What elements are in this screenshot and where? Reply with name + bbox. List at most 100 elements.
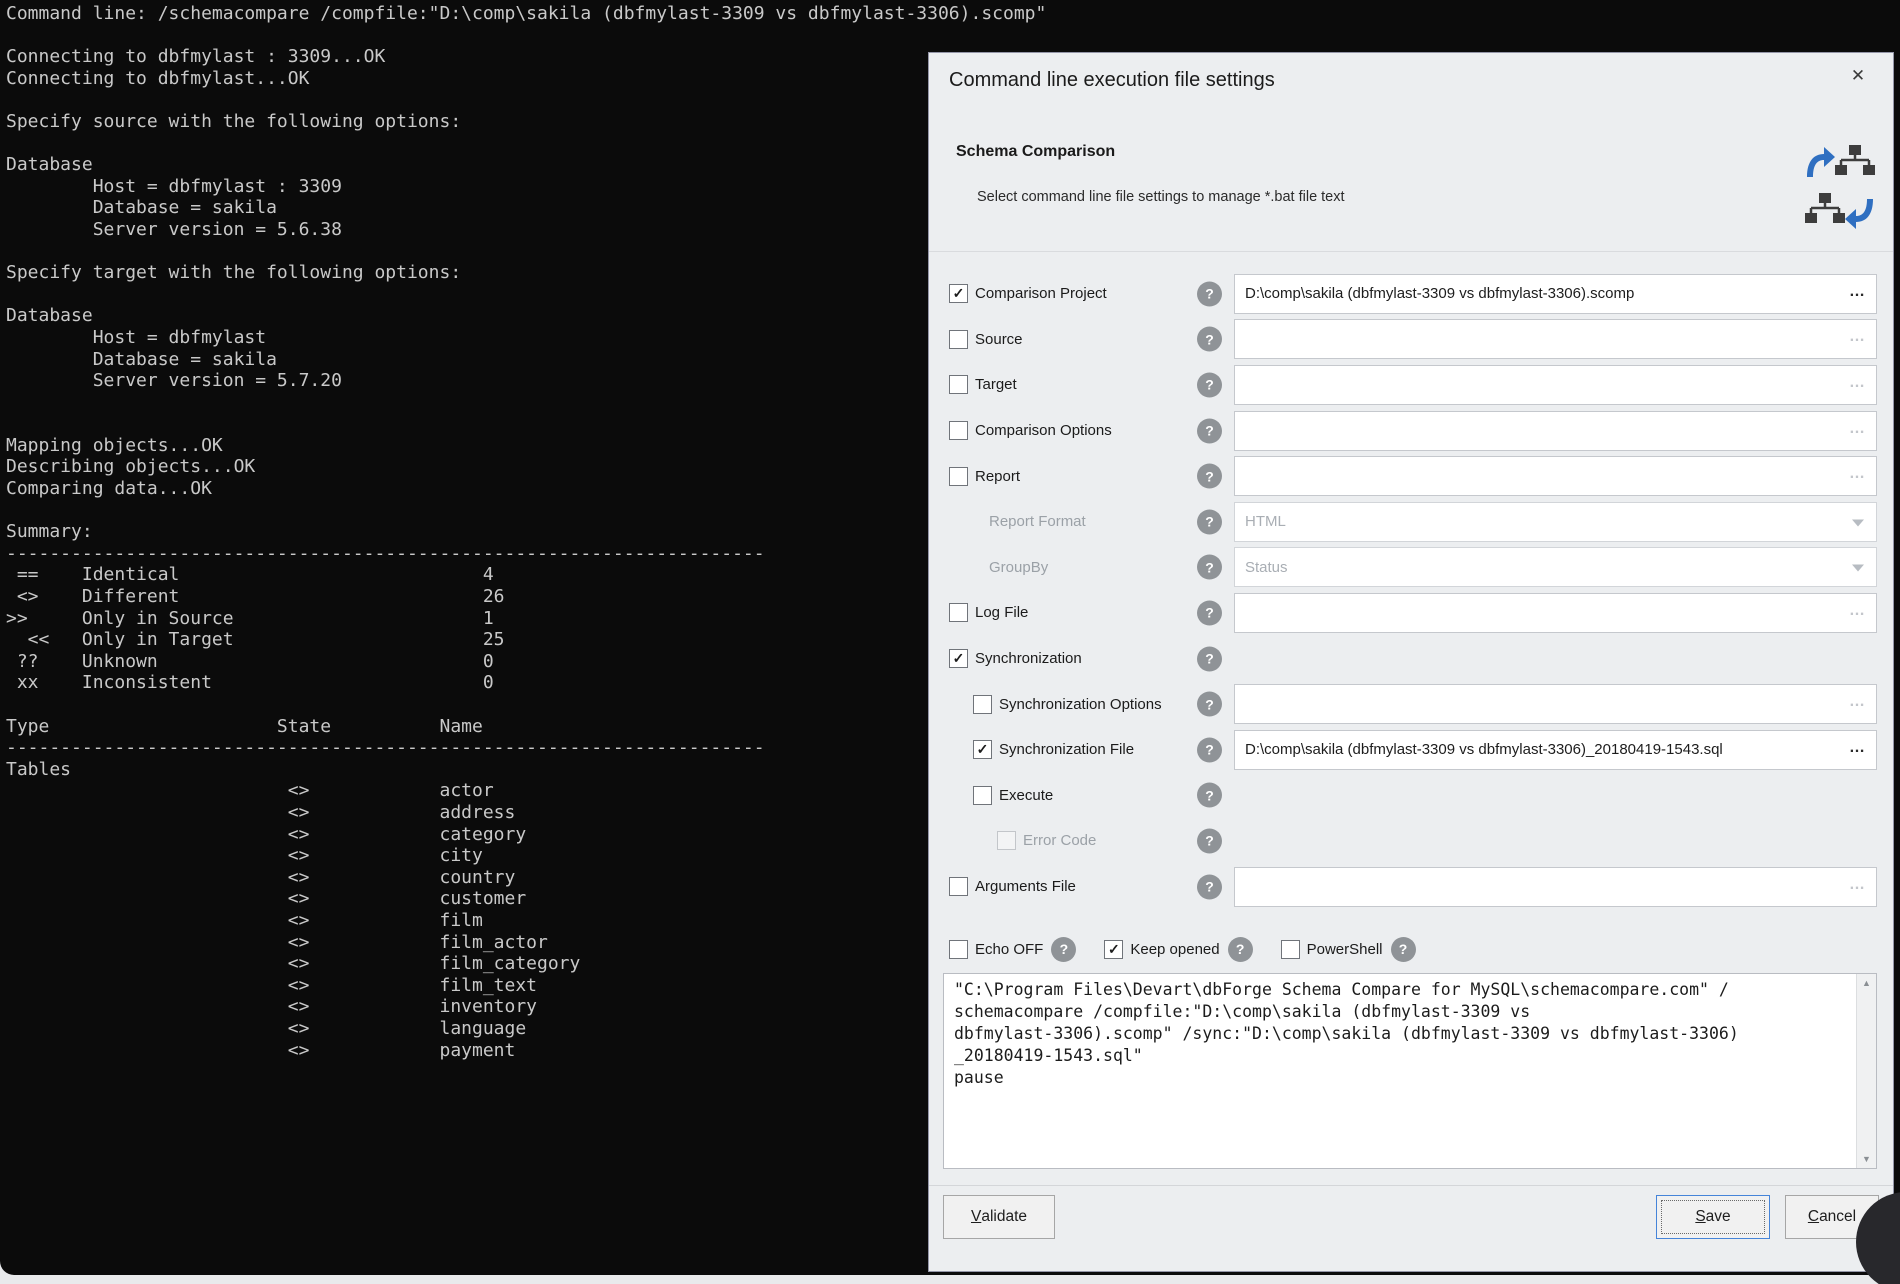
input-synchronization-options[interactable]: … xyxy=(1234,684,1877,724)
header-separator xyxy=(929,251,1893,252)
checkbox-echo-off[interactable] xyxy=(949,940,968,959)
setting-row-synchronization-options: Synchronization Options?… xyxy=(949,681,1877,727)
setting-row-log-file: Log File?… xyxy=(949,590,1877,636)
help-icon[interactable]: ? xyxy=(1197,464,1222,489)
checkbox-synchronization-options[interactable] xyxy=(973,695,992,714)
browse-button[interactable]: … xyxy=(1849,374,1867,392)
help-icon[interactable]: ? xyxy=(1197,783,1222,808)
field-value: D:\comp\sakila (dbfmylast-3309 vs dbfmyl… xyxy=(1245,285,1634,302)
checkbox-powershell[interactable] xyxy=(1281,940,1300,959)
scroll-up-icon[interactable]: ▲ xyxy=(1857,978,1876,988)
checkbox-arguments-file[interactable] xyxy=(949,877,968,896)
setting-row-target: Target? … xyxy=(949,362,1877,408)
label-comparison-project: Comparison Project xyxy=(975,285,1107,302)
setting-row-comparison-project: ✓ Comparison Project? D:\comp\sakila (dbfm… xyxy=(949,271,1877,317)
input-log-file[interactable]: … xyxy=(1234,593,1877,633)
close-icon[interactable]: ✕ xyxy=(1845,63,1871,89)
browse-button[interactable]: … xyxy=(1849,693,1867,711)
help-icon[interactable]: ? xyxy=(1051,937,1076,962)
help-icon[interactable]: ? xyxy=(1228,937,1253,962)
label-report: Report xyxy=(975,468,1020,485)
input-comparison-project[interactable]: D:\comp\sakila (dbfmylast-3309 vs dbfmyl… xyxy=(1234,274,1877,314)
help-icon[interactable]: ? xyxy=(1197,828,1222,853)
input-report[interactable]: … xyxy=(1234,456,1877,496)
checkbox-execute[interactable] xyxy=(973,786,992,805)
flag-keep-opened: ✓ Keep opened? xyxy=(1104,937,1252,962)
label-target: Target xyxy=(975,376,1017,393)
label-report-format: Report Format xyxy=(989,513,1086,530)
browse-button[interactable]: … xyxy=(1849,465,1867,483)
setting-row-synchronization: ✓Synchronization? xyxy=(949,636,1877,682)
browse-button[interactable]: … xyxy=(1849,876,1867,894)
help-icon[interactable]: ? xyxy=(1197,600,1222,625)
checkbox-synchronization-file[interactable]: ✓ xyxy=(973,740,992,759)
bat-text-box[interactable]: "C:\Program Files\Devart\dbForge Schema … xyxy=(943,973,1877,1169)
browse-button[interactable]: … xyxy=(1849,328,1867,346)
help-icon[interactable]: ? xyxy=(1391,937,1416,962)
browse-button[interactable]: … xyxy=(1849,420,1867,438)
help-icon[interactable]: ? xyxy=(1197,509,1222,534)
help-icon[interactable]: ? xyxy=(1197,327,1222,352)
schema-comparison-icon xyxy=(1805,145,1875,231)
browse-button[interactable]: … xyxy=(1849,739,1867,757)
selected-value: Status xyxy=(1245,559,1288,576)
checkbox-source[interactable] xyxy=(949,330,968,349)
checkbox-target[interactable] xyxy=(949,375,968,394)
checkbox-report[interactable] xyxy=(949,467,968,486)
help-icon[interactable]: ? xyxy=(1197,874,1222,899)
setting-row-report: Report? … xyxy=(949,453,1877,499)
checkbox-error-code[interactable] xyxy=(997,831,1016,850)
select-groupby[interactable]: Status xyxy=(1234,547,1877,587)
label-powershell: PowerShell xyxy=(1307,941,1383,958)
checkbox-keep-opened[interactable]: ✓ xyxy=(1104,940,1123,959)
sync-arrow-left xyxy=(1845,199,1873,229)
help-icon[interactable]: ? xyxy=(1197,555,1222,580)
sync-arrow-right xyxy=(1807,147,1835,177)
label-groupby: GroupBy xyxy=(989,559,1048,576)
chevron-down-icon[interactable] xyxy=(1852,565,1864,572)
dialog-rows: ✓ Comparison Project? D:\comp\sakila (dbfm… xyxy=(949,271,1877,909)
bat-text[interactable]: "C:\Program Files\Devart\dbForge Schema … xyxy=(944,974,1876,1094)
section-title: Schema Comparison xyxy=(956,143,1115,161)
checkbox-log-file[interactable] xyxy=(949,603,968,622)
input-arguments-file[interactable]: … xyxy=(1234,867,1877,907)
setting-row-source: Source?… xyxy=(949,317,1877,363)
scrollbar[interactable]: ▲ ▼ xyxy=(1856,974,1876,1168)
setting-row-arguments-file: Arguments File? … xyxy=(949,864,1877,910)
label-arguments-file: Arguments File xyxy=(975,878,1076,895)
input-comparison-options[interactable]: … xyxy=(1234,411,1877,451)
flag-echo-off: Echo OFF? xyxy=(949,937,1076,962)
checkbox-synchronization[interactable]: ✓ xyxy=(949,649,968,668)
help-icon[interactable]: ? xyxy=(1197,646,1222,671)
label-echo-off: Echo OFF xyxy=(975,941,1043,958)
section-subtitle: Select command line file settings to man… xyxy=(977,189,1345,205)
input-source[interactable]: … xyxy=(1234,319,1877,359)
input-target[interactable]: … xyxy=(1234,365,1877,405)
help-icon[interactable]: ? xyxy=(1197,418,1222,443)
bat-option-flags: Echo OFF? ✓ Keep opened? PowerShell? xyxy=(949,929,1444,969)
select-report-format[interactable]: HTML xyxy=(1234,502,1877,542)
checkbox-comparison-options[interactable] xyxy=(949,421,968,440)
screenshot-root: Command line: /schemacompare /compfile:"… xyxy=(0,0,1900,1284)
scroll-down-icon[interactable]: ▼ xyxy=(1857,1154,1876,1164)
selected-value: HTML xyxy=(1245,513,1286,530)
setting-row-report-format: Report Format? HTML xyxy=(949,499,1877,545)
checkbox-comparison-project[interactable]: ✓ xyxy=(949,284,968,303)
help-icon[interactable]: ? xyxy=(1197,372,1222,397)
browse-button[interactable]: … xyxy=(1849,602,1867,620)
dialog-title: Command line execution file settings xyxy=(949,69,1275,92)
validate-button[interactable]: Validate xyxy=(943,1195,1055,1239)
input-synchronization-file[interactable]: D:\comp\sakila (dbfmylast-3309 vs dbfmyl… xyxy=(1234,730,1877,770)
setting-row-comparison-options: Comparison Options? … xyxy=(949,408,1877,454)
label-comparison-options: Comparison Options xyxy=(975,422,1112,439)
chevron-down-icon[interactable] xyxy=(1852,519,1864,526)
label-error-code: Error Code xyxy=(1023,832,1096,849)
label-keep-opened: Keep opened xyxy=(1130,941,1219,958)
save-button[interactable]: Save xyxy=(1656,1195,1770,1239)
browse-button[interactable]: … xyxy=(1849,283,1867,301)
help-icon[interactable]: ? xyxy=(1197,737,1222,762)
help-icon[interactable]: ? xyxy=(1197,692,1222,717)
setting-row-execute: Execute? xyxy=(949,773,1877,819)
help-icon[interactable]: ? xyxy=(1197,281,1222,306)
command-line-settings-dialog: Command line execution file settings ✕ S… xyxy=(928,52,1894,1272)
